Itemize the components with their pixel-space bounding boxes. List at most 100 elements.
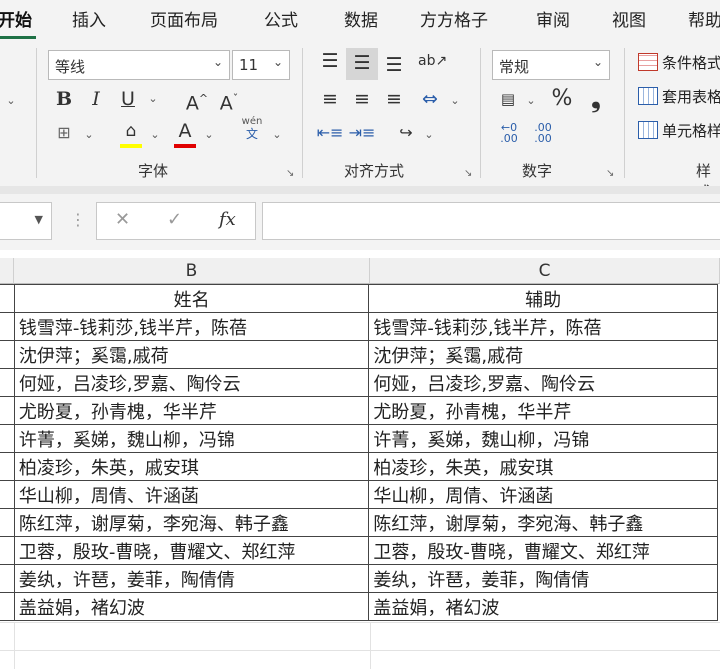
helper-cell[interactable]: 柏凌珍，朱英，戚安琪 <box>368 452 718 481</box>
cell-a[interactable] <box>0 564 15 593</box>
decrease-indent-icon[interactable]: ⇤≡ <box>316 120 344 146</box>
shrink-font-button[interactable]: Aˇ <box>216 86 242 116</box>
name-cell[interactable]: 许菁，奚娣，魏山柳，冯锦 <box>13 424 370 453</box>
worksheet-grid: B C 姓名 辅助 钱雪萍-钱莉莎,钱半芹，陈蓓 钱雪萍-钱莉莎,钱半芹，陈蓓 沈伊… <box>0 250 720 669</box>
name-cell[interactable]: 尤盼夏，孙青槐，华半芹 <box>13 396 370 425</box>
column-header-a[interactable] <box>0 258 14 284</box>
cell-a[interactable] <box>0 340 15 369</box>
tab-fangfang-gezi[interactable]: 方方格子 <box>420 6 488 31</box>
cell-a[interactable] <box>0 508 15 537</box>
name-cell[interactable]: 柏凌珍，朱英，戚安琪 <box>13 452 370 481</box>
helper-cell[interactable]: 盖益娟，褚幻波 <box>368 592 718 621</box>
helper-cell[interactable]: 陈红萍，谢厚菊，李宛海、韩子鑫 <box>368 508 718 537</box>
cell-a[interactable] <box>0 312 15 341</box>
name-cell[interactable]: 卫蓉，殷玫-曹晓，曹耀文、郑红萍 <box>13 536 370 565</box>
cell-a[interactable] <box>0 284 15 313</box>
name-cell[interactable]: 姜纨，许琶，姜菲，陶倩倩 <box>13 564 370 593</box>
name-cell[interactable]: 华山柳，周倩、许涵菡 <box>13 480 370 509</box>
tab-formulas[interactable]: 公式 <box>264 6 298 31</box>
align-bottom-icon[interactable]: ☰ <box>380 52 408 78</box>
align-right-icon[interactable]: ≡ <box>380 86 408 112</box>
increase-decimal-button[interactable]: ←0.00 <box>494 122 524 144</box>
cell-a[interactable] <box>0 592 15 621</box>
name-cell[interactable]: 陈红萍，谢厚菊，李宛海、韩子鑫 <box>13 508 370 537</box>
name-cell[interactable]: 何娅，吕凌珍,罗嘉、陶伶云 <box>13 368 370 397</box>
column-header-b[interactable]: B <box>14 258 370 284</box>
name-cell[interactable]: 钱雪萍-钱莉莎,钱半芹，陈蓓 <box>13 312 370 341</box>
cell-a[interactable] <box>0 396 15 425</box>
phonetic-dropdown-icon[interactable]: ⌄ <box>270 122 284 148</box>
increase-indent-icon[interactable]: ⇥≡ <box>348 120 376 146</box>
align-center-icon[interactable]: ≡ <box>348 86 376 112</box>
cell-a[interactable] <box>0 452 15 481</box>
tab-home[interactable]: 开始 <box>0 6 32 31</box>
paste-dropdown-icon[interactable]: ⌄ <box>4 88 18 114</box>
wrap-dropdown-icon[interactable]: ⌄ <box>422 122 436 148</box>
formula-input[interactable] <box>262 202 720 240</box>
helper-cell[interactable]: 钱雪萍-钱莉莎,钱半芹，陈蓓 <box>368 312 718 341</box>
helper-cell[interactable]: 许菁，奚娣，魏山柳，冯锦 <box>368 424 718 453</box>
fill-color-dropdown-icon[interactable]: ⌄ <box>148 122 162 148</box>
cell-styles-icon <box>638 121 658 139</box>
helper-cell[interactable]: 沈伊萍；奚霭,戚荷 <box>368 340 718 369</box>
borders-icon[interactable]: ⊞ <box>52 120 76 146</box>
helper-cell[interactable]: 华山柳，周倩、许涵菡 <box>368 480 718 509</box>
name-cell[interactable]: 盖益娟，褚幻波 <box>13 592 370 621</box>
decrease-decimal-button[interactable]: .00.00 <box>528 122 558 144</box>
helper-cell[interactable]: 尤盼夏，孙青槐，华半芹 <box>368 396 718 425</box>
helper-cell[interactable]: 何娅，吕凌珍,罗嘉、陶伶云 <box>368 368 718 397</box>
wrap-text-icon[interactable]: ↪ <box>392 120 420 146</box>
splitter-handle-icon[interactable]: ⋮ <box>70 210 86 229</box>
borders-dropdown-icon[interactable]: ⌄ <box>82 122 96 148</box>
name-box[interactable]: ▼ <box>0 202 52 240</box>
number-format-combo[interactable]: 常规 ⌄ <box>492 50 610 80</box>
header-cell-name[interactable]: 姓名 <box>13 284 370 313</box>
enter-icon[interactable]: ✓ <box>167 209 182 230</box>
number-dialog-launcher-icon[interactable]: ↘ <box>606 168 614 179</box>
column-header-c[interactable]: C <box>370 258 720 284</box>
phonetic-guide-button[interactable]: wén 文 <box>238 116 266 140</box>
font-dialog-launcher-icon[interactable]: ↘ <box>286 168 294 179</box>
tab-help[interactable]: 帮助 <box>688 6 720 31</box>
align-middle-icon[interactable]: ☰ <box>348 50 376 76</box>
italic-button[interactable]: I <box>84 86 108 112</box>
conditional-formatting-button[interactable]: 条件格式 <box>638 52 720 73</box>
name-box-dropdown-icon[interactable]: ▼ <box>35 213 43 226</box>
align-left-icon[interactable]: ≡ <box>316 86 344 112</box>
underline-button[interactable]: U <box>116 86 140 112</box>
header-cell-helper[interactable]: 辅助 <box>368 284 718 313</box>
tab-view[interactable]: 视图 <box>612 6 646 31</box>
fill-color-icon[interactable]: ⌂ <box>118 118 144 144</box>
cell-a[interactable] <box>0 368 15 397</box>
format-as-table-button[interactable]: 套用表格 <box>638 86 720 107</box>
tab-insert[interactable]: 插入 <box>72 6 106 31</box>
font-size-combo[interactable]: 11 ⌄ <box>232 50 290 80</box>
tab-review[interactable]: 审阅 <box>536 6 570 31</box>
tab-page-layout[interactable]: 页面布局 <box>150 6 218 31</box>
font-name-combo[interactable]: 等线 ⌄ <box>48 50 230 80</box>
font-color-icon[interactable]: A <box>172 118 198 144</box>
cell-a[interactable] <box>0 480 15 509</box>
helper-cell[interactable]: 姜纨，许琶，姜菲，陶倩倩 <box>368 564 718 593</box>
merge-dropdown-icon[interactable]: ⌄ <box>448 88 462 114</box>
accounting-format-icon[interactable]: ▤ <box>494 86 522 112</box>
tab-data[interactable]: 数据 <box>344 6 378 31</box>
insert-function-icon[interactable]: fx <box>219 209 236 230</box>
helper-cell[interactable]: 卫蓉，殷玫-曹晓，曹耀文、郑红萍 <box>368 536 718 565</box>
orientation-icon[interactable]: ab↗ <box>418 48 447 74</box>
accounting-dropdown-icon[interactable]: ⌄ <box>524 88 538 114</box>
grow-font-button[interactable]: A^ <box>184 86 210 116</box>
align-top-icon[interactable]: ☰ <box>316 48 344 74</box>
font-color-dropdown-icon[interactable]: ⌄ <box>202 122 216 148</box>
comma-style-button[interactable]: ❟ <box>582 86 610 112</box>
cancel-icon[interactable]: ✕ <box>115 209 130 230</box>
underline-options-icon[interactable]: ⌄ <box>146 86 160 112</box>
merge-center-icon[interactable]: ⇔ <box>416 86 444 112</box>
cell-a[interactable] <box>0 536 15 565</box>
alignment-dialog-launcher-icon[interactable]: ↘ <box>464 168 472 179</box>
bold-button[interactable]: B <box>52 86 76 112</box>
cell-styles-button[interactable]: 单元格样 <box>638 120 720 141</box>
cell-a[interactable] <box>0 424 15 453</box>
percent-style-button[interactable]: % <box>548 86 576 112</box>
name-cell[interactable]: 沈伊萍；奚霭,戚荷 <box>13 340 370 369</box>
